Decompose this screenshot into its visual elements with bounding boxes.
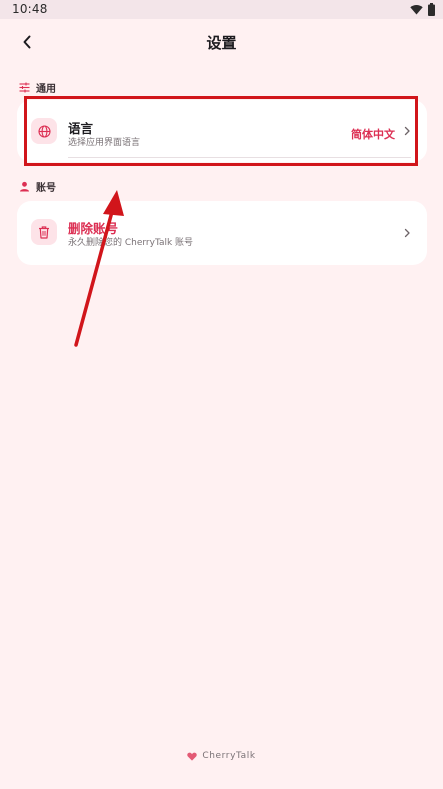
footer-brand: CherryTalk [0,751,443,761]
section-header-account: 账号 [19,179,56,194]
language-setting-row[interactable]: 语言 选择应用界面语言 简体中文 [17,100,427,162]
status-bar: 10:48 [0,0,443,19]
chevron-right-icon [404,228,410,238]
wifi-icon [410,4,423,15]
language-current-value: 简体中文 [351,128,395,141]
delete-icon-box [31,219,57,245]
trash-icon [39,225,49,239]
chevron-right-icon [404,126,410,136]
footer-brand-label: CherryTalk [202,751,256,761]
delete-account-subtitle: 永久删除您的 CherryTalk 账号 [68,238,194,248]
globe-icon [37,124,51,138]
battery-icon [428,3,435,16]
page-title: 设置 [206,34,237,52]
status-time: 10:48 [12,2,48,16]
section-header-general: 通用 [19,80,56,95]
heart-icon [187,752,198,761]
tune-icon [19,82,30,93]
section-label-account: 账号 [36,182,56,194]
top-app-bar: 设置 [0,19,443,65]
language-icon-box [31,118,57,144]
person-icon [19,181,30,192]
delete-account-row[interactable]: 删除账号 永久删除您的 CherryTalk 账号 [17,201,427,265]
section-label-general: 通用 [36,83,56,95]
language-subtitle: 选择应用界面语言 [68,138,141,148]
row-divider [68,157,411,158]
